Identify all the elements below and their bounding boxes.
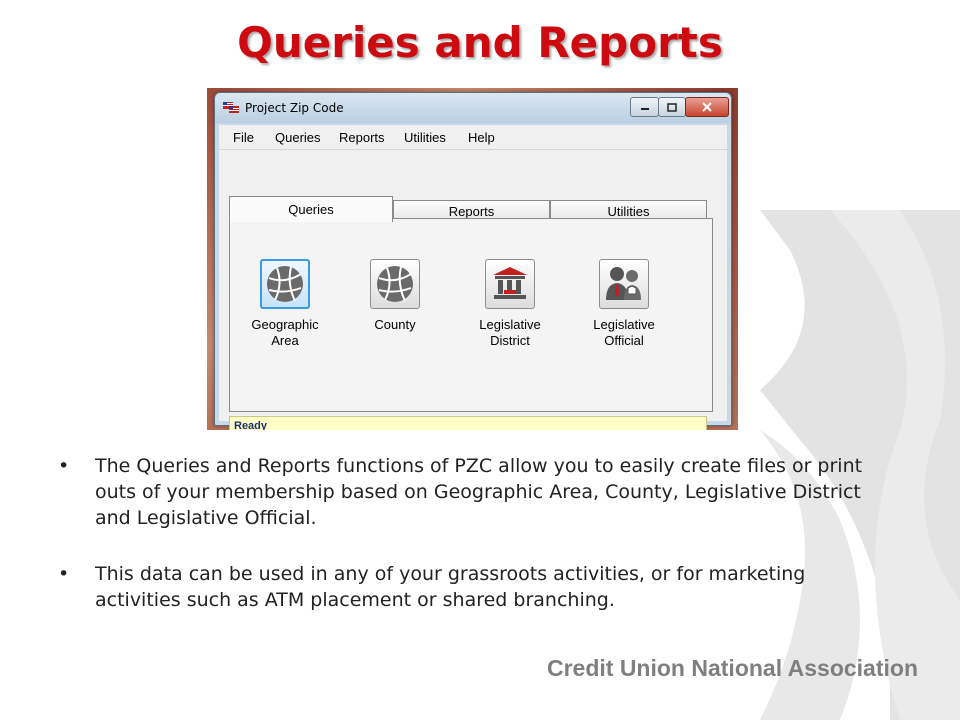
bullet-text: This data can be used in any of your gra… <box>95 563 806 611</box>
county-button[interactable]: County <box>340 259 450 333</box>
legislative-official-label: Legislative Official <box>593 317 655 348</box>
menu-utilities[interactable]: Utilities <box>404 130 446 145</box>
close-button[interactable] <box>685 97 729 117</box>
window-title: Project Zip Code <box>245 101 344 115</box>
app-screenshot: Project Zip Code File Queries Reports Ut… <box>207 88 738 430</box>
bullet-text: The Queries and Reports functions of PZC… <box>95 455 863 529</box>
bullet-item: • This data can be used in any of your g… <box>58 561 878 613</box>
legislative-district-button[interactable]: Legislative District <box>455 259 565 349</box>
geographic-area-label: Geographic Area <box>251 317 319 348</box>
menu-file[interactable]: File <box>233 130 254 145</box>
bullet-marker: • <box>58 563 70 585</box>
bullet-item: • The Queries and Reports functions of P… <box>58 453 878 531</box>
globe-grid-icon <box>267 266 303 302</box>
geographic-area-button[interactable]: Geographic Area <box>230 259 340 349</box>
officials-icon <box>606 267 641 300</box>
title-bar[interactable]: Project Zip Code <box>215 93 731 123</box>
app-window: Project Zip Code File Queries Reports Ut… <box>214 92 732 430</box>
menu-bar: File Queries Reports Utilities Help <box>219 125 727 150</box>
tab-queries[interactable]: Queries <box>229 196 393 222</box>
capitol-building-icon <box>493 267 527 299</box>
bullet-marker: • <box>58 455 70 477</box>
queries-panel: Geographic Area County Legislative Distr… <box>229 218 713 412</box>
footer-organization: Credit Union National Association <box>546 655 918 681</box>
globe-grid-icon <box>377 266 413 302</box>
close-icon <box>702 102 712 112</box>
county-label: County <box>374 317 416 332</box>
bullet-list: • The Queries and Reports functions of P… <box>58 453 878 613</box>
menu-reports[interactable]: Reports <box>339 130 385 145</box>
legislative-district-label: Legislative District <box>479 317 541 348</box>
minimize-icon <box>640 108 649 110</box>
status-bar: Ready <box>229 416 707 430</box>
menu-queries[interactable]: Queries <box>275 130 321 145</box>
minimize-button[interactable] <box>630 97 659 117</box>
maximize-icon <box>667 102 677 112</box>
slide-title: Queries and Reports <box>237 18 723 67</box>
maximize-button[interactable] <box>658 97 686 117</box>
flag-app-icon <box>223 102 239 113</box>
menu-help[interactable]: Help <box>468 130 495 145</box>
legislative-official-button[interactable]: Legislative Official <box>569 259 679 349</box>
client-area: Queries Reports Utilities Geographic Are… <box>219 150 727 430</box>
